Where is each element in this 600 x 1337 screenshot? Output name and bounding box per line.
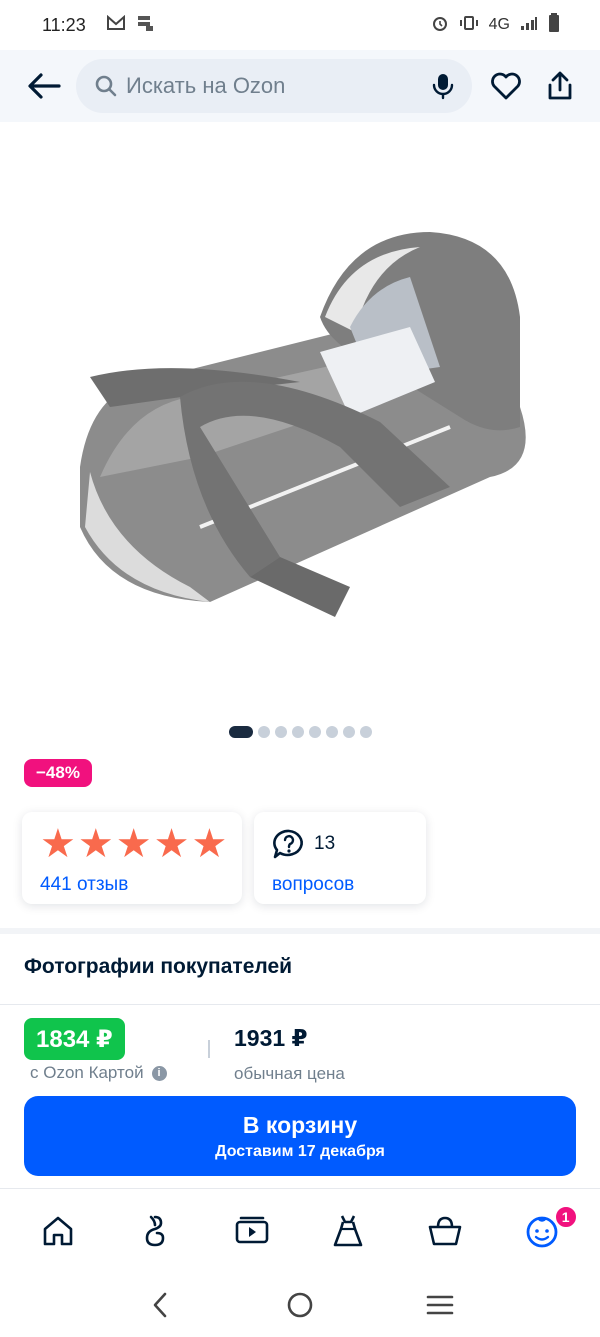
back-button[interactable] (22, 64, 66, 108)
video-icon (235, 1216, 268, 1243)
customer-photos-title[interactable]: Фотографии покупателей (24, 955, 292, 979)
image-carousel-indicator[interactable] (0, 726, 600, 738)
system-back-button[interactable] (135, 1280, 185, 1330)
star-icon: ★ (191, 822, 228, 866)
star-icon: ★ (77, 822, 114, 866)
ozon-card-label-row: с Ozon Картой i (30, 1063, 167, 1083)
gmail-icon (106, 14, 126, 36)
discount-badge: −48% (24, 759, 92, 787)
carousel-dot[interactable] (274, 726, 287, 738)
nav-home[interactable] (28, 1201, 88, 1261)
rating-card[interactable]: ★ ★ ★ ★ ★ 441 отзыв (22, 812, 242, 904)
home-icon (44, 1216, 73, 1245)
status-time: 11:23 (42, 14, 86, 35)
nav-fresh[interactable] (125, 1201, 185, 1261)
microphone-icon[interactable] (432, 72, 454, 100)
carousel-dot[interactable] (291, 726, 304, 738)
dress-icon (333, 1214, 363, 1246)
ozon-card-price: 1834 ₽ (24, 1018, 125, 1060)
divider (0, 1004, 600, 1005)
carousel-dot[interactable] (325, 726, 338, 738)
star-icon: ★ (153, 822, 190, 866)
info-icon[interactable]: i (151, 1065, 167, 1081)
status-bar: 11:23 4G (0, 0, 600, 50)
recents-icon (426, 1295, 454, 1314)
search-input[interactable]: Искать на Ozon (76, 59, 472, 113)
carousel-dot[interactable] (342, 726, 355, 738)
question-bubble-icon (273, 829, 303, 859)
section-divider (0, 928, 600, 934)
regular-price: 1931 ₽ (234, 1025, 308, 1051)
chevron-left-icon (153, 1292, 167, 1317)
star-icon: ★ (115, 822, 152, 866)
product-image[interactable] (0, 122, 600, 712)
carrycot-image (80, 232, 526, 617)
nav-profile[interactable]: 1 (512, 1201, 578, 1261)
search-placeholder: Искать на Ozon (126, 73, 286, 98)
share-icon (548, 71, 572, 100)
vibrate-icon (459, 15, 479, 36)
star-icon: ★ (40, 822, 76, 866)
favorite-button[interactable] (484, 64, 528, 108)
fresh-icon (145, 1215, 165, 1246)
regular-price-label: обычная цена (234, 1064, 345, 1083)
rating-stars: ★ ★ ★ ★ ★ (40, 822, 228, 866)
bottom-navigation: 1 (0, 1188, 600, 1272)
questions-link[interactable]: вопросов (272, 874, 408, 896)
nav-fashion[interactable] (318, 1201, 378, 1261)
basket-icon (428, 1216, 462, 1245)
questions-card[interactable]: 13 вопросов (254, 812, 426, 904)
signal-icon (520, 15, 538, 36)
carousel-dot[interactable] (308, 726, 321, 738)
nav-cart[interactable] (415, 1201, 475, 1261)
battery-icon (548, 12, 560, 38)
storage-icon (136, 14, 154, 37)
profile-badge: 1 (553, 1204, 578, 1229)
circle-home-icon (287, 1292, 313, 1317)
nav-video[interactable] (222, 1201, 282, 1261)
price-divider (208, 1040, 210, 1058)
top-header: Искать на Ozon (0, 50, 600, 122)
alarm-icon (431, 14, 449, 37)
heart-icon (491, 72, 521, 100)
share-button[interactable] (538, 64, 582, 108)
add-to-cart-label: В корзину (242, 1111, 358, 1138)
system-home-button[interactable] (275, 1280, 325, 1330)
add-to-cart-button[interactable]: В корзину Доставим 17 декабря (24, 1096, 576, 1176)
questions-count: 13 (314, 833, 336, 854)
network-type: 4G (488, 16, 510, 33)
search-icon (95, 75, 117, 97)
ozon-card-label: с Ozon Картой (30, 1063, 144, 1082)
delivery-date: Доставим 17 декабря (215, 1142, 385, 1160)
system-navigation (0, 1272, 600, 1337)
carousel-dot[interactable] (228, 726, 253, 738)
reviews-link[interactable]: 441 отзыв (40, 874, 224, 896)
back-arrow-icon (28, 73, 61, 99)
carousel-dot[interactable] (257, 726, 270, 738)
system-recents-button[interactable] (415, 1280, 465, 1330)
carousel-dot[interactable] (359, 726, 372, 738)
